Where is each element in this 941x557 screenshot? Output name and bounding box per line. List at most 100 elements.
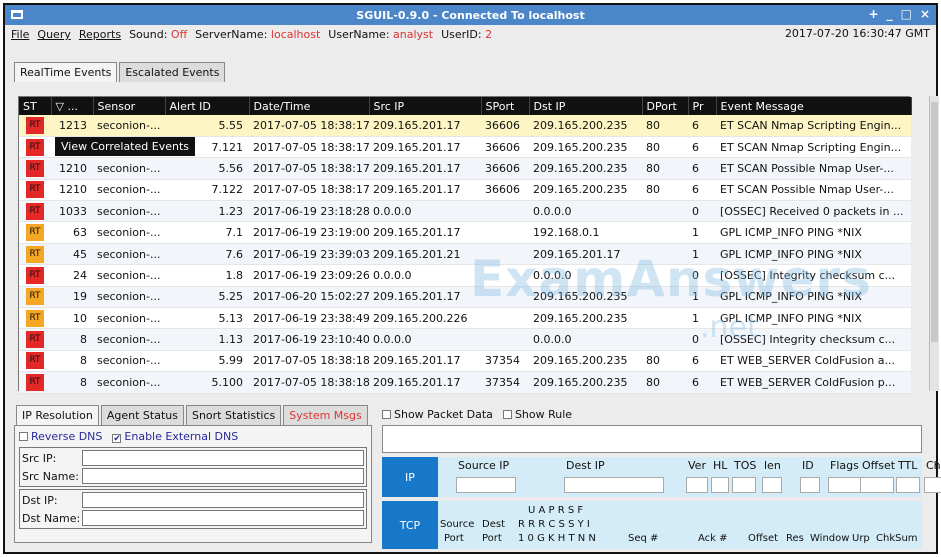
event-row[interactable]: RT 1210 seconion-... 7.122 2017-07-05 18:38:…: [19, 179, 911, 202]
tab-escalated-events[interactable]: Escalated Events: [119, 62, 226, 82]
show-packet-data-checkbox[interactable]: Show Packet Data: [382, 408, 493, 421]
menu-file[interactable]: File: [11, 28, 29, 41]
ip-field[interactable]: [686, 477, 708, 493]
ip-field[interactable]: [800, 477, 820, 493]
scrollbar-thumb[interactable]: [931, 102, 938, 342]
cell-dt: 2017-07-05 18:38:17: [249, 157, 369, 180]
status-badge[interactable]: RT: [26, 116, 44, 134]
event-row[interactable]: RT 10 seconion-... 5.13 2017-06-19 23:38:49 2…: [19, 307, 911, 330]
tab-agent-status[interactable]: Agent Status: [100, 405, 184, 425]
event-row[interactable]: RT 1033 seconion-... 1.23 2017-06-19 23:18:2…: [19, 200, 911, 223]
column-header[interactable]: Src IP: [369, 97, 482, 115]
column-header[interactable]: DPort: [642, 97, 689, 115]
dst-name-field[interactable]: [82, 510, 364, 526]
tab-system-msgs[interactable]: System Msgs: [283, 405, 368, 425]
event-row[interactable]: RT 63 seconion-... 7.1 2017-06-19 23:19:00 20…: [19, 221, 911, 244]
ip-field[interactable]: [732, 477, 756, 493]
ip-field[interactable]: [456, 477, 516, 493]
status-cell[interactable]: RT: [19, 136, 51, 159]
column-header[interactable]: ▽ ...: [51, 97, 94, 115]
status-cell[interactable]: RT: [19, 115, 51, 137]
status-cell[interactable]: RT: [19, 179, 51, 202]
ip-field[interactable]: [924, 477, 941, 493]
status-cell[interactable]: RT: [19, 328, 51, 351]
external-dns-checkbox[interactable]: ✔ Enable External DNS: [112, 430, 238, 444]
tcp-flags-bot: 1 0 G K H T N N: [518, 533, 596, 544]
column-header[interactable]: Alert ID: [165, 97, 250, 115]
ip-field[interactable]: [828, 477, 864, 493]
cell-alert: 7.1: [165, 221, 249, 244]
status-badge[interactable]: RT: [26, 138, 44, 156]
column-header[interactable]: ST: [19, 97, 52, 115]
column-header[interactable]: Sensor: [93, 97, 166, 115]
reverse-dns-checkbox[interactable]: Reverse DNS: [19, 430, 102, 443]
status-cell[interactable]: RT: [19, 371, 51, 394]
maximize-button[interactable]: □: [901, 7, 912, 21]
status-cell[interactable]: RT: [19, 307, 51, 330]
status-cell[interactable]: RT: [19, 221, 51, 244]
event-tabs: RealTime Events Escalated Events: [14, 62, 226, 82]
cell-msg: [OSSEC] Received 0 packets in ...: [716, 200, 911, 223]
src-group: Src IP: Src Name:: [19, 447, 367, 487]
dst-ip-label: Dst IP:: [22, 493, 58, 507]
tcp-chksum-label: ChkSum: [876, 533, 918, 544]
event-row[interactable]: RT 8 seconion-... 1.13 2017-06-19 23:10:40 0.…: [19, 328, 911, 351]
dst-ip-field[interactable]: [82, 492, 364, 508]
status-cell[interactable]: RT: [19, 157, 51, 180]
pin-button[interactable]: +: [869, 7, 879, 21]
status-badge[interactable]: RT: [26, 202, 44, 220]
ip-field[interactable]: [896, 477, 920, 493]
ip-field[interactable]: [564, 477, 664, 493]
event-row[interactable]: RT 1210 seconion-... 5.56 2017-07-05 18:38:1…: [19, 157, 911, 180]
cell-sensor: seconion-...: [93, 243, 165, 266]
status-cell[interactable]: RT: [19, 264, 51, 287]
cell-cnt: 8: [51, 371, 93, 394]
column-header[interactable]: Date/Time: [249, 97, 370, 115]
cell-cnt: 1210: [51, 157, 93, 180]
status-badge[interactable]: RT: [26, 373, 44, 391]
ip-field[interactable]: [711, 477, 729, 493]
column-header[interactable]: Pr: [688, 97, 717, 115]
tcp-source-port-label: Port: [444, 533, 464, 544]
src-ip-field[interactable]: [82, 450, 364, 466]
tcp-header-fields: Source Port Dest Port U A P R S F R R R …: [438, 501, 922, 549]
cell-dt: 2017-07-05 18:38:17: [249, 136, 369, 159]
column-header[interactable]: SPort: [481, 97, 530, 115]
tab-ip-resolution[interactable]: IP Resolution: [16, 405, 99, 425]
cell-pr: 6: [688, 350, 716, 373]
status-badge[interactable]: RT: [26, 352, 44, 370]
column-header[interactable]: Event Message: [716, 97, 912, 115]
close-button[interactable]: ×: [920, 7, 930, 21]
cell-pr: 6: [688, 157, 716, 180]
status-badge[interactable]: RT: [26, 331, 44, 349]
tab-realtime-events[interactable]: RealTime Events: [14, 62, 118, 82]
status-cell[interactable]: RT: [19, 350, 51, 373]
column-header[interactable]: Dst IP: [529, 97, 643, 115]
status-cell[interactable]: RT: [19, 286, 51, 309]
status-cell[interactable]: RT: [19, 200, 51, 223]
status-badge[interactable]: RT: [26, 266, 44, 284]
cell-cnt: 1033: [51, 200, 93, 223]
cell-dst: 209.165.200.235: [529, 350, 642, 373]
ip-field[interactable]: [762, 477, 782, 493]
ip-field[interactable]: [860, 477, 894, 493]
status-badge[interactable]: RT: [26, 159, 44, 177]
cell-dt: 2017-07-05 18:38:18: [249, 371, 369, 394]
event-row[interactable]: RT 1213 seconion-... 5.55 2017-07-05 18:38:1…: [19, 115, 911, 137]
event-row[interactable]: RT 8 seconion-... 5.100 2017-07-05 18:38:18 2…: [19, 371, 911, 394]
status-badge[interactable]: RT: [26, 181, 44, 199]
status-badge[interactable]: RT: [26, 245, 44, 263]
grid-scrollbar[interactable]: [929, 96, 939, 391]
src-name-field[interactable]: [82, 468, 364, 484]
cell-msg: ET SCAN Nmap Scripting Engin...: [716, 136, 911, 159]
show-rule-checkbox[interactable]: Show Rule: [502, 408, 572, 421]
status-badge[interactable]: RT: [26, 309, 44, 327]
menu-query[interactable]: Query: [37, 28, 70, 41]
status-badge[interactable]: RT: [26, 224, 44, 242]
menu-reports[interactable]: Reports: [79, 28, 121, 41]
event-row[interactable]: RT 8 seconion-... 5.99 2017-07-05 18:38:18 20…: [19, 350, 911, 373]
status-badge[interactable]: RT: [26, 288, 44, 306]
status-cell[interactable]: RT: [19, 243, 51, 266]
tab-snort-statistics[interactable]: Snort Statistics: [185, 405, 282, 425]
minimize-button[interactable]: _: [887, 7, 893, 21]
